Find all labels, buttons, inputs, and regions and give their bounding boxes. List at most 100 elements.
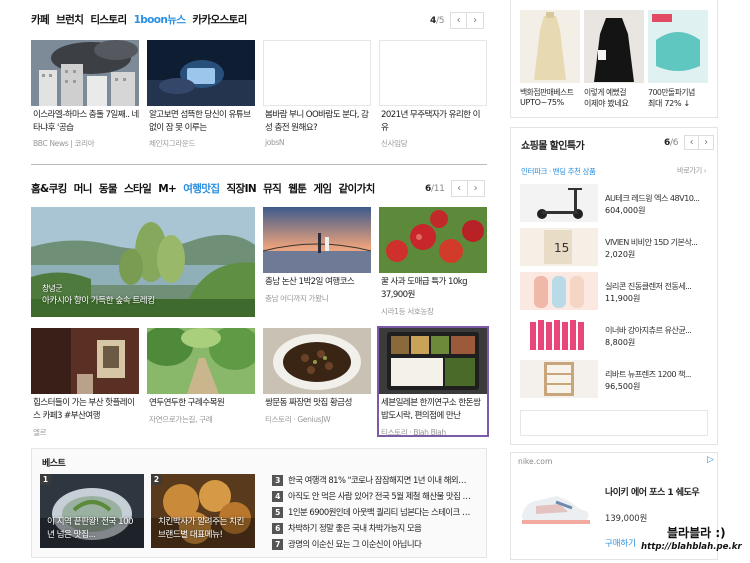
card-title[interactable]: 연두연두한 구례수목원 [149, 397, 255, 410]
tab-brunch[interactable]: 브런치 [56, 12, 84, 27]
card-title[interactable]: 힙스터들이 가는 부산 핫플레이스 카페3 #부산여행 [33, 397, 139, 423]
apple-thumbnail[interactable] [379, 207, 487, 273]
card-source: jobsN [265, 138, 285, 147]
cafe-thumbnail[interactable] [31, 328, 139, 394]
shop-thumbnail-cushion[interactable] [648, 10, 708, 83]
jjajang-thumbnail[interactable] [263, 328, 371, 394]
best-list-title: 아직도 안 먹은 사람 있어? 전국 5월 제철 해산물 맛집 … [288, 491, 471, 501]
card-title[interactable]: 알고보면 섬뜩한 당신이 유튜브 없이 잠 못 이루는 [149, 109, 255, 135]
tab-money[interactable]: 머니 [74, 181, 93, 196]
card-source: 티스토리 · GeniusJW [265, 415, 331, 424]
prev-page-button[interactable]: ‹ [684, 135, 700, 150]
lunchbox-thumbnail[interactable] [379, 328, 487, 394]
best-title: 베스트 [42, 459, 66, 469]
ad-domain: nike.com [518, 457, 553, 466]
tab-m-plus[interactable]: M+ [158, 183, 177, 195]
card-title[interactable]: 2021년 무주택자가 유리한 이유 [381, 109, 487, 135]
best-list-title: 1인분 6900원인데 아웃백 퀄리티 넘본다는 스테이크 … [288, 507, 470, 517]
next-page-button[interactable]: › [467, 12, 485, 29]
svg-text:15: 15 [554, 241, 569, 255]
shop-thumbnail-black-dress[interactable] [584, 10, 644, 83]
ad-choices-icon[interactable]: ▷ [707, 455, 714, 465]
next-page-button[interactable]: › [699, 135, 715, 150]
card-source: 자연으로가는길, 구례 [149, 415, 213, 424]
tab-animal[interactable]: 동물 [99, 181, 118, 196]
page-count: 6/6 [664, 137, 679, 148]
best-list-item[interactable]: 4 아직도 안 먹은 사람 있어? 전국 5월 제철 해산물 맛집 … [272, 490, 471, 502]
rank-number: 3 [272, 474, 283, 486]
travel-thumbnail[interactable] [263, 207, 371, 273]
product-price: 2,020원 [605, 250, 636, 259]
tab-together[interactable]: 같이가치 [338, 181, 375, 196]
best-list-item[interactable]: 5 1인분 6900원인데 아웃백 퀄리티 넘본다는 스테이크 … [272, 506, 470, 518]
empty-thumbnail[interactable] [263, 40, 371, 106]
tab-travel-food[interactable]: 여행맛집 [183, 181, 220, 196]
card-title[interactable]: 이스라엘-하마스 충돌 7일째.. 네타냐후 '공습 [33, 109, 139, 135]
prev-page-button[interactable]: ‹ [450, 180, 468, 197]
category-tabs: 카페 브런치 티스토리 1boon뉴스 카카오스토리 [31, 12, 254, 27]
tab-1boon-news[interactable]: 1boon뉴스 [134, 12, 186, 27]
best-list-item[interactable]: 6 차박하기 정말 좋은 국내 차박가능지 모음 [272, 522, 422, 534]
best-featured-title[interactable]: 이 지역 끝판왕! 전국 100년 넘은 맛집... [47, 516, 139, 542]
next-page-button[interactable]: › [467, 180, 485, 197]
card-source: 신사임당 [381, 139, 408, 148]
card-source: 체인지그라운드 [149, 139, 196, 148]
tab-music[interactable]: 뮤직 [263, 181, 282, 196]
product-name[interactable]: AU테크 레드윙 엑스 48V10... [605, 192, 700, 204]
tab-webtoon[interactable]: 웹툰 [288, 181, 307, 196]
card-title[interactable]: 쌍문동 짜장면 맛집 황금성 [265, 397, 371, 410]
shop-subtitle: 이제야 봤네요 [584, 99, 629, 108]
shop-subtitle: 최대 72% ↓ [648, 99, 690, 108]
prev-page-button[interactable]: ‹ [450, 12, 468, 29]
card-title[interactable]: 세븐일레븐 한끼연구소 한돈쌈밥도시락, 편의점에 만난 [381, 397, 485, 423]
page-count: 6/11 [425, 183, 445, 194]
rank-number: 4 [272, 490, 283, 502]
product-thumbnail-scooter[interactable] [520, 184, 598, 222]
featured-title[interactable]: 아카시아 향이 가득한 숲속 트레킹 [42, 295, 155, 308]
shop-title[interactable]: 700만돌파기념 [648, 87, 695, 98]
page-count: 4/5 [430, 15, 445, 26]
watermark-url: http://blahblah.pe.kr [641, 542, 742, 552]
shop-title[interactable]: 이렇게 예뻤걸 [584, 87, 627, 98]
empty-thumbnail[interactable] [379, 40, 487, 106]
ad-shoe-image[interactable] [516, 482, 594, 530]
product-name[interactable]: 리바트 뉴프렌즈 1200 책... [605, 368, 692, 380]
best-list-item[interactable]: 7 광명의 이순신 묘는 그 이순신이 아닙니다 [272, 538, 422, 550]
ad-price: 139,000원 [605, 513, 648, 523]
tab-game[interactable]: 게임 [313, 181, 332, 196]
ad-title[interactable]: 나이키 에어 포스 1 쉐도우 [605, 485, 700, 498]
product-name[interactable]: VIVIEN 비비안 15D 기본삭... [605, 236, 698, 248]
tab-kakaostory[interactable]: 카카오스토리 [192, 12, 247, 27]
tab-home-cooking[interactable]: 홈&쿠킹 [31, 181, 67, 196]
best-featured-title[interactable]: 치킨박사가 알려주는 치킨브랜드별 대표메뉴! [158, 516, 250, 542]
section-divider [31, 164, 487, 165]
product-price: 11,900원 [605, 294, 641, 303]
video-thumbnail[interactable] [147, 40, 255, 106]
tab-tistory[interactable]: 티스토리 [90, 12, 127, 27]
sale-more-link[interactable]: 바로가기 › [677, 166, 707, 176]
sale-sub-link[interactable]: 인터파크 · 밴딩 추천 상품 [521, 166, 596, 177]
shop-thumbnail-dress[interactable] [520, 10, 580, 83]
best-list-item[interactable]: 3 한국 여행객 81% "코로나 잠잠해지면 1년 이내 해외… [272, 474, 467, 486]
life-category-tabs: 홈&쿠킹 머니 동물 스타일 M+ 여행맛집 직장IN 뮤직 웹툰 게임 같이가… [31, 181, 382, 196]
product-thumbnail-pet-treat[interactable] [520, 316, 598, 354]
product-name[interactable]: 이너바 강아지츄르 유산균... [605, 324, 692, 336]
card-title[interactable]: 봄바람 부니 OO바람도 분다, 감성 충전 원해요? [265, 109, 371, 135]
watermark-title: 블라블라 :) [667, 526, 726, 540]
product-thumbnail-cleanser[interactable] [520, 272, 598, 310]
product-thumbnail-bookshelf[interactable] [520, 360, 598, 398]
ad-buy-link[interactable]: 구매하기 [605, 537, 636, 549]
rank-number: 5 [272, 506, 283, 518]
tab-job-in[interactable]: 직장IN [226, 181, 256, 196]
card-title[interactable]: 꿀 사과 도매급 특가 10kg 37,900원 [381, 276, 487, 302]
tab-cafe[interactable]: 카페 [31, 12, 50, 27]
shop-title[interactable]: 백화점판매베스트 [520, 87, 574, 98]
arboretum-thumbnail[interactable] [147, 328, 255, 394]
tab-style[interactable]: 스타일 [124, 181, 152, 196]
news-thumbnail[interactable] [31, 40, 139, 106]
product-price: 8,800원 [605, 338, 636, 347]
product-price: 604,000원 [605, 206, 646, 215]
product-thumbnail-stocking[interactable]: 15 [520, 228, 598, 266]
card-source: 티스토리 · Blah Blah [381, 428, 446, 437]
product-name[interactable]: 실리콘 진동클렌저 전동세... [605, 280, 692, 292]
